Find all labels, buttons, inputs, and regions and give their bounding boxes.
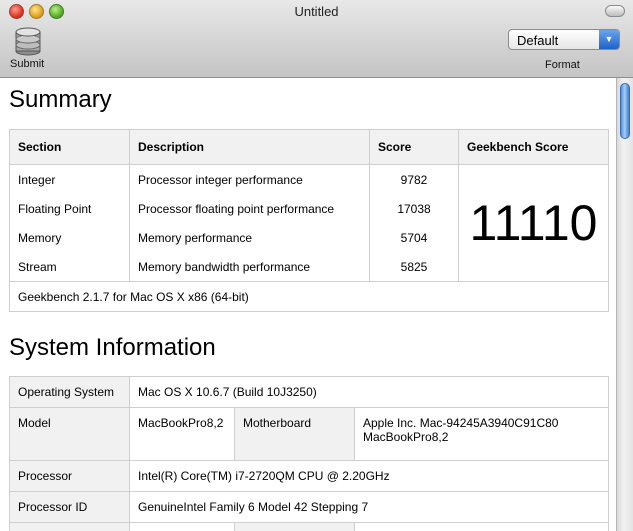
description-column-header: Description bbox=[129, 129, 370, 165]
format-select-value: Default bbox=[517, 33, 559, 48]
geekbench-score-column-header: Geekbench Score bbox=[458, 129, 609, 165]
app-window: Untitled Submit Default ▼ Format Summary… bbox=[0, 0, 633, 531]
score-cell: 9782 bbox=[369, 164, 459, 194]
table-row-partial bbox=[9, 522, 609, 531]
cut-off-label bbox=[234, 522, 355, 531]
score-cell: 5704 bbox=[369, 223, 459, 252]
motherboard-value: Apple Inc. Mac-94245A3940C91C80 MacBookP… bbox=[354, 407, 609, 461]
processor-label: Processor bbox=[9, 460, 130, 492]
description-cell: Processor floating point performance bbox=[129, 194, 370, 223]
table-row: Processor Intel(R) Core(TM) i7-2720QM CP… bbox=[9, 460, 609, 492]
format-label: Format bbox=[545, 59, 580, 71]
processor-id-label: Processor ID bbox=[9, 491, 130, 523]
motherboard-value-line2: MacBookPro8,2 bbox=[363, 430, 449, 444]
format-select[interactable]: Default ▼ bbox=[508, 29, 620, 50]
database-icon[interactable] bbox=[14, 26, 42, 56]
summary-heading: Summary bbox=[9, 86, 112, 113]
report-content: Summary Section Description Score Geekbe… bbox=[0, 78, 616, 531]
system-info-table: Operating System Mac OS X 10.6.7 (Build … bbox=[9, 376, 609, 531]
system-information-heading: System Information bbox=[9, 334, 216, 361]
toolbar-toggle-button[interactable] bbox=[605, 5, 625, 17]
version-text: Geekbench 2.1.7 for Mac OS X x86 (64-bit… bbox=[9, 281, 609, 312]
motherboard-label: Motherboard bbox=[234, 407, 355, 461]
motherboard-value-line1: Apple Inc. Mac-94245A3940C91C80 bbox=[363, 416, 559, 430]
scrollbar-thumb[interactable] bbox=[620, 83, 630, 139]
description-cell: Memory performance bbox=[129, 223, 370, 252]
section-column-header: Section bbox=[9, 129, 130, 165]
submit-label[interactable]: Submit bbox=[10, 58, 44, 70]
chevron-down-icon: ▼ bbox=[599, 30, 619, 49]
section-cell: Integer bbox=[9, 164, 130, 194]
section-cell: Stream bbox=[9, 252, 130, 282]
summary-header-row: Section Description Score Geekbench Scor… bbox=[9, 129, 609, 165]
table-row: Operating System Mac OS X 10.6.7 (Build … bbox=[9, 376, 609, 408]
os-label: Operating System bbox=[9, 376, 130, 408]
score-cell: 17038 bbox=[369, 194, 459, 223]
table-row: Model MacBookPro8,2 Motherboard Apple In… bbox=[9, 407, 609, 461]
score-cell: 5825 bbox=[369, 252, 459, 282]
score-column-header: Score bbox=[369, 129, 459, 165]
vertical-scrollbar[interactable] bbox=[616, 78, 633, 531]
model-label: Model bbox=[9, 407, 130, 461]
os-value: Mac OS X 10.6.7 (Build 10J3250) bbox=[129, 376, 609, 408]
title-bar: Untitled Submit Default ▼ Format bbox=[0, 0, 633, 78]
processor-value: Intel(R) Core(TM) i7-2720QM CPU @ 2.20GH… bbox=[129, 460, 609, 492]
summary-footer-row: Geekbench 2.1.7 for Mac OS X x86 (64-bit… bbox=[9, 281, 609, 312]
section-cell: Memory bbox=[9, 223, 130, 252]
window-title: Untitled bbox=[294, 4, 339, 19]
table-row: Integer Processor integer performance 97… bbox=[9, 164, 609, 282]
table-row: Processor ID GenuineIntel Family 6 Model… bbox=[9, 491, 609, 523]
description-cell: Processor integer performance bbox=[129, 164, 370, 194]
section-cell: Floating Point bbox=[9, 194, 130, 223]
geekbench-score: 11110 bbox=[458, 164, 609, 282]
cut-off-value bbox=[354, 522, 609, 531]
summary-table: Section Description Score Geekbench Scor… bbox=[9, 129, 609, 312]
description-cell: Memory bandwidth performance bbox=[129, 252, 370, 282]
cut-off-label bbox=[9, 522, 130, 531]
model-value: MacBookPro8,2 bbox=[129, 407, 235, 461]
processor-id-value: GenuineIntel Family 6 Model 42 Stepping … bbox=[129, 491, 609, 523]
cut-off-value bbox=[129, 522, 235, 531]
